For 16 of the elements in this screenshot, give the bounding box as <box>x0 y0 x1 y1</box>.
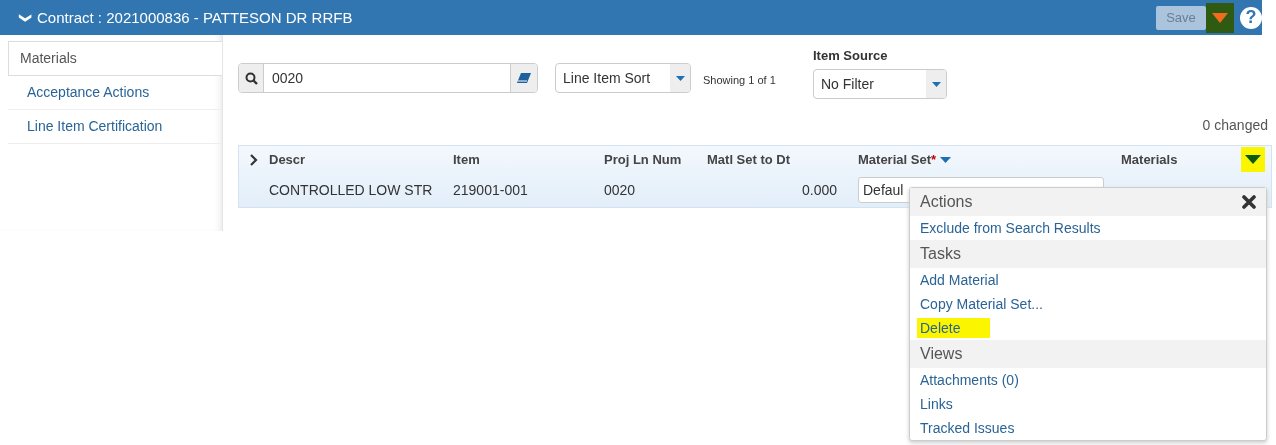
changed-count: 0 changed <box>1202 117 1268 133</box>
table-cell: 219001-001 <box>453 182 528 198</box>
menu-section-title: Tasks <box>920 245 961 263</box>
menu-section-title: Views <box>920 345 963 363</box>
table-cell: 0.000 <box>801 182 837 198</box>
table-cell: 0020 <box>604 182 636 198</box>
table-cell: CONTROLLED LOW STR <box>269 182 433 198</box>
menu-section-title: Actions <box>920 193 973 211</box>
column-header: Item <box>453 152 480 167</box>
column-header: Descr <box>269 152 306 167</box>
item-source-label: Item Source <box>813 48 889 63</box>
result-count: Showing 1 of 1 <box>703 74 777 86</box>
contract-title: Contract : 2021000836 - PATTESON DR RRFB <box>37 9 353 26</box>
column-header: Proj Ln Num <box>604 152 682 167</box>
column-header: Matl Set to Dt <box>707 152 791 167</box>
column-header: Materials <box>1121 152 1178 167</box>
